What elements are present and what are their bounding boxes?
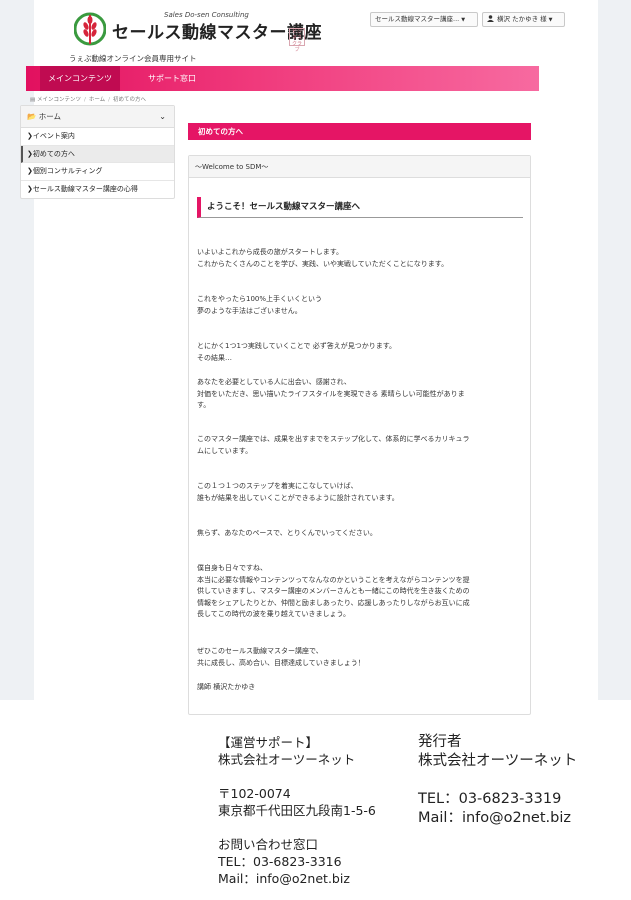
user-menu-label: 横沢 たかゆき 様 (497, 15, 547, 23)
support-heading: 【運営サポート】 (218, 735, 319, 750)
paragraph: あなたを必要としている人に出会い、感謝され、 対価をいただき、思い描いたライフス… (197, 378, 465, 409)
publisher-heading: 発行者 (418, 734, 462, 750)
course-dropdown[interactable]: セールス動線マスター講座... ▼ (370, 12, 478, 27)
tab-support[interactable]: サポート窓口 (140, 66, 204, 91)
footer-support: 【運営サポート】 株式会社オーツーネット 〒102-0074 東京都千代田区九段… (218, 734, 376, 887)
chevron-down-icon: ⌄ (159, 112, 166, 121)
paragraph: 焦らず、あなたのペースで、とりくんでいってください。 (197, 529, 377, 537)
user-menu[interactable]: 横沢 たかゆき 様 ▼ (482, 12, 565, 27)
contact-mail[interactable]: Mail：info@o2net.biz (218, 870, 376, 887)
caret-down-icon: ▼ (548, 17, 553, 23)
caret-down-icon: ▼ (461, 17, 466, 23)
folder-open-icon: 📂 (27, 112, 37, 121)
welcome-title: ようこそ！セールス動線マスター講座へ (197, 197, 523, 218)
sidebar-header[interactable]: 📂 ホーム ⌄ (21, 106, 174, 128)
user-icon (487, 15, 494, 22)
folder-icon: ▤ (30, 97, 36, 103)
sidebar: 📂 ホーム ⌄ ❯イベント案内 ❯初めての方へ ❯個別コンサルティング ❯セール… (20, 105, 175, 199)
welcome-panel: 〜Welcome to SDM〜 ようこそ！セールス動線マスター講座へ いよいよ… (188, 155, 531, 715)
breadcrumb-item[interactable]: メインコンテンツ (37, 97, 81, 103)
paragraph: この１つ１つのステップを着実にこなしていけば、 誰もが結果を出していくことができ… (197, 482, 399, 502)
sidebar-item-events[interactable]: ❯イベント案内 (21, 128, 174, 146)
sidebar-item-label: 初めての方へ (32, 149, 75, 158)
paragraph: とにかく1つ1つ実践していくことで 必ず答えが見つかります。 その結果… (197, 342, 397, 362)
page-title: 初めての方へ (188, 123, 531, 140)
site-tagline: うぇぶ動線オンライン会員専用サイト (69, 54, 197, 63)
paragraph: これをやったら100%上手くいくという 夢のような手法はございません。 (197, 295, 323, 315)
publisher-tel[interactable]: TEL：03-6823-3319 (418, 790, 577, 809)
publisher-company: 株式会社オーツーネット (418, 753, 578, 769)
breadcrumb-item[interactable]: ホーム (89, 97, 105, 103)
publisher-mail[interactable]: Mail：info@o2net.biz (418, 809, 577, 828)
contact-tel[interactable]: TEL：03-6823-3316 (218, 853, 376, 870)
tab-main-content[interactable]: メインコンテンツ (40, 66, 120, 91)
signature: 講師 横沢たかゆき (197, 683, 256, 691)
breadcrumb-item: 初めての方へ (113, 97, 147, 103)
contact-heading: お問い合わせ窓口 (218, 837, 319, 852)
sidebar-header-label: ホーム (38, 112, 62, 121)
postal-code: 〒102-0074 (218, 786, 291, 801)
sidebar-item-mindset[interactable]: ❯セールス動線マスター講座の心得 (21, 181, 174, 199)
sidebar-item-label: セールス動線マスター講座の心得 (32, 184, 138, 193)
support-company: 株式会社オーツーネット (218, 752, 356, 767)
paragraph: このマスター講座では、成果を出すまでをステップ化して、体系的に学べるカリキュラ … (197, 435, 470, 455)
course-dropdown-label: セールス動線マスター講座... (375, 15, 460, 23)
footer-publisher: 発行者 株式会社オーツーネット TEL：03-6823-3319 Mail：in… (418, 733, 577, 828)
page: Sales Do-sen Consulting セールス動線マスター講座 ビジネ… (0, 0, 631, 900)
logo-stamp: ビジネスクラブ (289, 28, 305, 53)
breadcrumb: ▤ メインコンテンツ / ホーム / 初めての方へ (30, 97, 147, 103)
sidebar-item-label: 個別コンサルティング (32, 167, 103, 175)
wheat-logo-icon (74, 12, 106, 46)
sidebar-item-consulting[interactable]: ❯個別コンサルティング (21, 163, 174, 181)
panel-heading: 〜Welcome to SDM〜 (189, 156, 530, 178)
paragraph: 僕自身も日々ですね、 本当に必要な情報やコンテンツってなんなのかということを考え… (197, 564, 470, 618)
sidebar-item-first-time[interactable]: ❯初めての方へ (21, 145, 174, 163)
address: 東京都千代田区九段南1-5-6 (218, 803, 376, 818)
main-nav-bar: メインコンテンツ サポート窓口 (26, 66, 539, 91)
sidebar-item-label: イベント案内 (32, 132, 75, 140)
paragraph: いよいよこれから成長の旅がスタートします。 これからたくさんのことを学び、実践、… (197, 248, 449, 268)
paragraph: ぜひこのセールス動線マスター講座で、 共に成長し、高め合い、目標達成していきまし… (197, 647, 365, 667)
